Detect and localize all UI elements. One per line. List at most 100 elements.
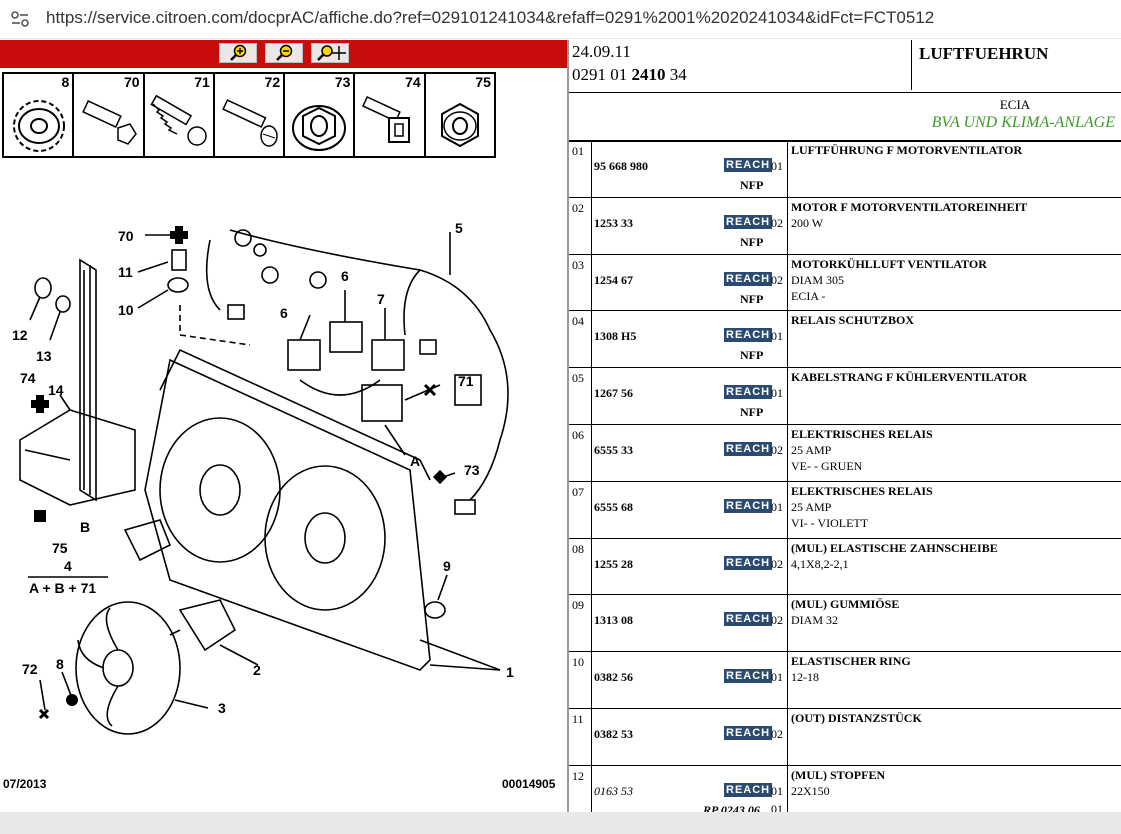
variant-note: BVA UND KLIMA-ANLAGE <box>931 114 1115 131</box>
zoom-in-icon <box>230 44 247 61</box>
part-number-link[interactable]: 1308 H5 <box>594 329 636 344</box>
zoom-in-button[interactable] <box>219 43 257 63</box>
part-description: (OUT) DISTANZSTÜCK <box>791 710 922 725</box>
part-detail: DIAM 305 <box>791 272 844 287</box>
reach-badge[interactable]: REACH <box>724 271 773 286</box>
parts-table: 01 95 668 980 REACH 01 NFP LUFTFÜHRUNG F MOTO… <box>569 141 1121 812</box>
reach-badge[interactable]: REACH <box>724 498 773 513</box>
exploded-parts-diagram[interactable] <box>0 160 567 800</box>
part-cell-75[interactable]: 75 <box>426 74 494 156</box>
table-row[interactable]: 10 0382 56 REACH 01 ELASTISCHER RING 12-18 <box>569 652 1121 709</box>
nut-icon <box>440 102 479 148</box>
quantity: 01 <box>771 329 783 344</box>
site-settings-icon[interactable] <box>10 9 30 29</box>
part-number-link[interactable]: 0163 53 <box>594 784 633 799</box>
callout-label[interactable]: 6 <box>280 305 288 321</box>
nfp-flag: NFP <box>740 405 764 420</box>
callout-label[interactable]: 1 <box>506 664 514 680</box>
callout-label[interactable]: 72 <box>22 661 38 677</box>
row-number: 08 <box>572 541 584 556</box>
table-row[interactable]: 12 0163 53 REACH 01 RP 0243 06 01 (MUL) STOPFE… <box>569 765 1121 812</box>
callout-label[interactable]: 9 <box>443 558 451 574</box>
part-description: (MUL) GUMMIÖSE <box>791 597 900 612</box>
part-description: ELASTISCHER RING <box>791 654 911 669</box>
part-number-link[interactable]: 95 668 980 <box>594 159 648 174</box>
reach-badge[interactable]: REACH <box>724 669 773 684</box>
callout-label[interactable]: 2 <box>253 662 261 678</box>
table-row[interactable]: 02 1253 33 REACH 02 NFP MOTOR F MOTORVENTILAT… <box>569 197 1121 255</box>
ref-part: 34 <box>665 65 687 84</box>
reach-badge[interactable]: REACH <box>724 385 773 400</box>
part-number-link[interactable]: 1253 33 <box>594 216 633 231</box>
zoom-out-button[interactable] <box>265 43 303 63</box>
table-row[interactable]: 09 1313 08 REACH 02 (MUL) GUMMIÖSE DIAM 32 <box>569 595 1121 653</box>
url-text[interactable]: https://service.citroen.com/docprAC/affi… <box>46 8 934 28</box>
part-number: 74 <box>405 74 421 90</box>
flange-nut-icon <box>292 105 347 151</box>
callout-label[interactable]: 73 <box>464 462 480 478</box>
callout-label[interactable]: 70 <box>118 228 134 244</box>
part-cell-8[interactable]: 8 <box>4 74 75 156</box>
quantity: 01 <box>771 386 783 401</box>
stud-bolt-icon <box>362 95 411 143</box>
callout-label[interactable]: 5 <box>455 220 463 236</box>
reach-badge[interactable]: REACH <box>724 612 773 627</box>
part-number-link[interactable]: 1255 28 <box>594 557 633 572</box>
callout-label[interactable]: B <box>80 519 90 535</box>
part-cell-73[interactable]: 73 <box>285 74 356 156</box>
reach-badge[interactable]: REACH <box>724 158 773 172</box>
callout-label[interactable]: 14 <box>48 382 64 398</box>
subheader: ECIA BVA UND KLIMA-ANLAGE <box>569 94 1121 142</box>
part-number-link[interactable]: 6555 68 <box>594 500 633 515</box>
part-number-link[interactable]: 1254 67 <box>594 273 633 288</box>
part-number-link[interactable]: 0382 56 <box>594 670 633 685</box>
callout-label[interactable]: 13 <box>36 348 52 364</box>
part-number-link[interactable]: 6555 33 <box>594 443 633 458</box>
table-row[interactable]: 06 6555 33 REACH 02 ELEKTRISCHES RELAIS 25 AM… <box>569 424 1121 482</box>
table-row[interactable]: 04 1308 H5 REACH 01 NFP RELAIS SCHUTZBOX <box>569 311 1121 369</box>
table-row[interactable]: 05 1267 56 REACH 01 NFP KABELSTRANG F KÜHLERV… <box>569 368 1121 425</box>
callout-label[interactable]: 74 <box>20 370 36 386</box>
table-row[interactable]: 08 1255 28 REACH 02 (MUL) ELASTISCHE ZAHNSCH… <box>569 538 1121 596</box>
reach-badge[interactable]: REACH <box>724 441 773 456</box>
callout-label[interactable]: 4 <box>64 558 72 574</box>
part-cell-74[interactable]: 74 <box>355 74 426 156</box>
row-number: 09 <box>572 598 584 613</box>
part-number-link[interactable]: 0382 53 <box>594 727 633 742</box>
reach-badge[interactable]: REACH <box>724 782 773 797</box>
part-cell-70[interactable]: 70 <box>74 74 145 156</box>
callout-label[interactable]: 7 <box>377 291 385 307</box>
part-number-link[interactable]: 1267 56 <box>594 386 633 401</box>
column-divider <box>787 368 788 424</box>
table-row[interactable]: 11 0382 53 REACH 02 (OUT) DISTANZSTÜCK <box>569 708 1121 766</box>
callout-label[interactable]: A <box>410 453 420 469</box>
pan-zoom-button[interactable] <box>311 43 349 63</box>
column-divider <box>591 538 592 595</box>
part-detail: DIAM 32 <box>791 613 838 628</box>
part-number-link[interactable]: 1313 08 <box>594 613 633 628</box>
callout-label[interactable]: 11 <box>118 264 133 280</box>
reach-badge[interactable]: REACH <box>724 214 773 229</box>
replacement-part[interactable]: RP 0243 06 <box>703 803 760 812</box>
part-cell-72[interactable]: 72 <box>215 74 286 156</box>
column-divider <box>787 708 788 765</box>
callout-label[interactable]: 3 <box>218 700 226 716</box>
callout-label[interactable]: 6 <box>341 268 349 284</box>
reach-badge[interactable]: REACH <box>724 328 773 343</box>
table-row[interactable]: 01 95 668 980 REACH 01 NFP LUFTFÜHRUNG F MOTO… <box>569 141 1121 198</box>
diagram-code: 00014905 <box>502 777 556 791</box>
callout-label[interactable]: 75 <box>52 540 68 556</box>
part-description: MOTOR F MOTORVENTILATOREINHEIT <box>791 199 1028 214</box>
callout-label[interactable]: 12 <box>12 327 28 343</box>
part-detail: 25 AMP <box>791 442 832 457</box>
column-divider <box>591 595 592 652</box>
callout-label[interactable]: 8 <box>56 656 64 672</box>
table-row[interactable]: 03 1254 67 REACH 02 NFP MOTORKÜHLLUFT VENTILA… <box>569 254 1121 312</box>
table-row[interactable]: 07 6555 68 REACH 01 ELEKTRISCHES RELAIS 25 AM… <box>569 481 1121 539</box>
part-cell-71[interactable]: 71 <box>145 74 215 156</box>
callout-label[interactable]: 71 <box>458 373 474 389</box>
callout-label[interactable]: 10 <box>118 302 134 318</box>
reach-badge[interactable]: REACH <box>724 725 773 740</box>
callout-label[interactable]: A + B + 71 <box>29 580 96 596</box>
reach-badge[interactable]: REACH <box>724 555 773 570</box>
